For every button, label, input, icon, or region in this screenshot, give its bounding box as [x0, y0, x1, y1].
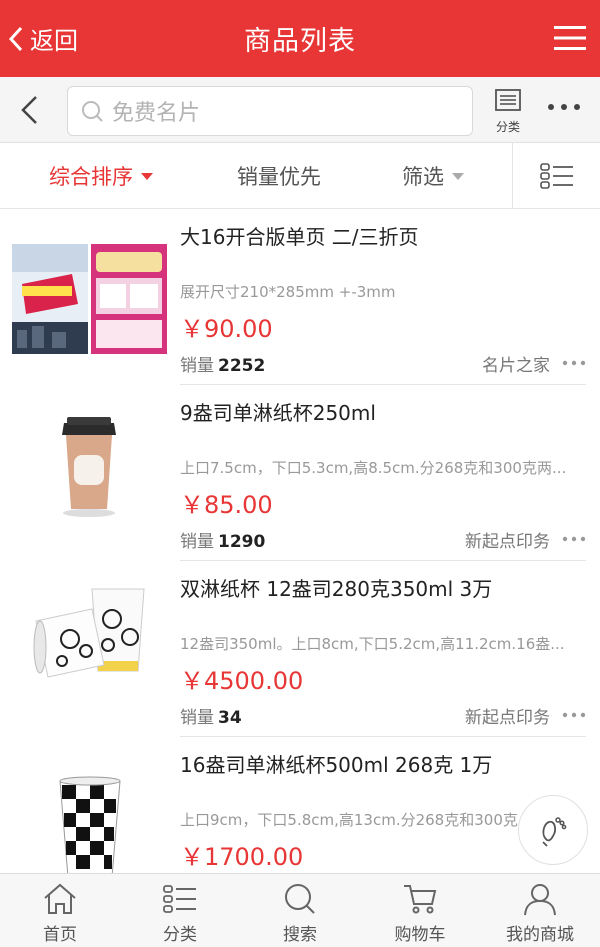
sales-count: 2252: [218, 356, 266, 376]
product-item[interactable]: 16盎司单淋纸杯500ml 268克 1万 上口9cm，下口5.8cm,高13c…: [0, 737, 600, 873]
tab-home-label: 首页: [43, 925, 77, 945]
product-desc: 上口7.5cm，下口5.3cm,高8.5cm.分268克和300克两...: [180, 459, 567, 477]
shop-name[interactable]: 新起点印务: [465, 527, 550, 552]
tab-search[interactable]: 搜索: [240, 874, 360, 947]
search-icon: [285, 884, 315, 914]
search-bar: 免费名片 分类: [0, 77, 600, 143]
sales-label: 销量: [180, 356, 214, 376]
more-icon[interactable]: [546, 97, 582, 117]
bottom-tab-bar: 首页 分类 搜索 购物车 我的商城: [0, 873, 600, 947]
tab-home[interactable]: 首页: [0, 874, 120, 947]
sales-count: 34: [218, 708, 242, 728]
sales-count: 1290: [218, 532, 266, 552]
product-price: ￥4500.00: [180, 667, 304, 695]
footprint-button[interactable]: [518, 795, 588, 865]
product-info: 9盎司单淋纸杯250ml 上口7.5cm，下口5.3cm,高8.5cm.分268…: [180, 385, 586, 561]
back-arrow-icon[interactable]: [18, 95, 42, 125]
sort-sales-label: 销量优先: [237, 165, 321, 189]
product-name: 16盎司单淋纸杯500ml 268克 1万: [180, 753, 493, 777]
list-doc-icon: [495, 89, 521, 111]
more-icon[interactable]: [562, 359, 586, 367]
more-icon[interactable]: [562, 711, 586, 719]
tab-cart[interactable]: 购物车: [360, 874, 480, 947]
filter-button[interactable]: 筛选: [402, 143, 464, 209]
paper-cups-image: [33, 588, 145, 678]
product-item[interactable]: 双淋纸杯 12盎司280克350ml 3万 12盎司350ml。上口8cm,下口…: [0, 561, 600, 737]
product-sales: 销量 1290: [180, 527, 265, 552]
search-placeholder: 免费名片: [112, 101, 201, 126]
caret-down-icon: [452, 172, 464, 180]
product-sales: 销量 34: [180, 703, 242, 728]
product-info: 16盎司单淋纸杯500ml 268克 1万 上口9cm，下口5.8cm,高13c…: [180, 737, 586, 873]
product-name: 双淋纸杯 12盎司280克350ml 3万: [180, 577, 493, 601]
product-price: ￥90.00: [180, 315, 273, 343]
flyer-image: [12, 244, 167, 354]
home-icon: [44, 883, 76, 914]
tab-category[interactable]: 分类: [120, 874, 240, 947]
product-desc: 展开尺寸210*285mm +-3mm: [180, 283, 396, 301]
search-input[interactable]: 免费名片: [67, 86, 473, 136]
cart-icon: [404, 885, 437, 914]
tab-my-mall[interactable]: 我的商城: [480, 874, 600, 947]
category-icon: [163, 885, 196, 913]
sort-comprehensive-label: 综合排序: [49, 165, 133, 189]
product-sales: 销量 2252: [180, 351, 265, 376]
category-button[interactable]: 分类: [490, 88, 526, 135]
sales-label: 销量: [180, 532, 214, 552]
checkered-cup-image: [59, 776, 121, 873]
layout-toggle[interactable]: [512, 143, 600, 209]
back-label: 返回: [30, 27, 78, 55]
shop-name[interactable]: 名片之家: [482, 351, 550, 376]
product-name: 大16开合版单页 二/三折页: [180, 225, 419, 249]
product-info: 双淋纸杯 12盎司280克350ml 3万 12盎司350ml。上口8cm,下口…: [180, 561, 586, 737]
product-item[interactable]: 大16开合版单页 二/三折页 展开尺寸210*285mm +-3mm ￥90.0…: [0, 209, 600, 385]
menu-icon[interactable]: [554, 24, 586, 52]
product-list: 大16开合版单页 二/三折页 展开尺寸210*285mm +-3mm ￥90.0…: [0, 209, 600, 873]
tab-cart-label: 购物车: [394, 925, 446, 945]
product-price: ￥1700.00: [180, 843, 304, 871]
more-icon[interactable]: [562, 535, 586, 543]
footprint-icon: [542, 817, 567, 847]
list-view-icon: [539, 163, 573, 189]
product-name: 9盎司单淋纸杯250ml: [180, 401, 376, 425]
product-info: 大16开合版单页 二/三折页 展开尺寸210*285mm +-3mm ￥90.0…: [180, 209, 586, 385]
coffee-cup-image: [62, 417, 116, 517]
product-price: ￥85.00: [180, 491, 273, 519]
tab-search-label: 搜索: [283, 925, 317, 945]
product-item[interactable]: 9盎司单淋纸杯250ml 上口7.5cm，下口5.3cm,高8.5cm.分268…: [0, 385, 600, 561]
shop-name[interactable]: 新起点印务: [465, 703, 550, 728]
chevron-left-icon: [8, 26, 23, 51]
back-button[interactable]: 返回: [8, 0, 78, 77]
user-icon: [524, 884, 556, 916]
sort-comprehensive[interactable]: 综合排序: [49, 143, 153, 209]
tab-category-label: 分类: [163, 925, 197, 945]
sort-bar: 综合排序 销量优先 筛选: [0, 143, 600, 209]
sort-sales[interactable]: 销量优先: [237, 143, 321, 209]
product-desc: 12盎司350ml。上口8cm,下口5.2cm,高11.2cm.16盎...: [180, 635, 565, 653]
tab-my-mall-label: 我的商城: [506, 925, 574, 945]
category-label: 分类: [495, 120, 520, 134]
search-icon: [82, 101, 103, 122]
top-header: 返回 商品列表: [0, 0, 600, 77]
caret-down-icon: [141, 172, 153, 180]
filter-label: 筛选: [402, 165, 444, 189]
sales-label: 销量: [180, 708, 214, 728]
page-title: 商品列表: [244, 26, 356, 57]
